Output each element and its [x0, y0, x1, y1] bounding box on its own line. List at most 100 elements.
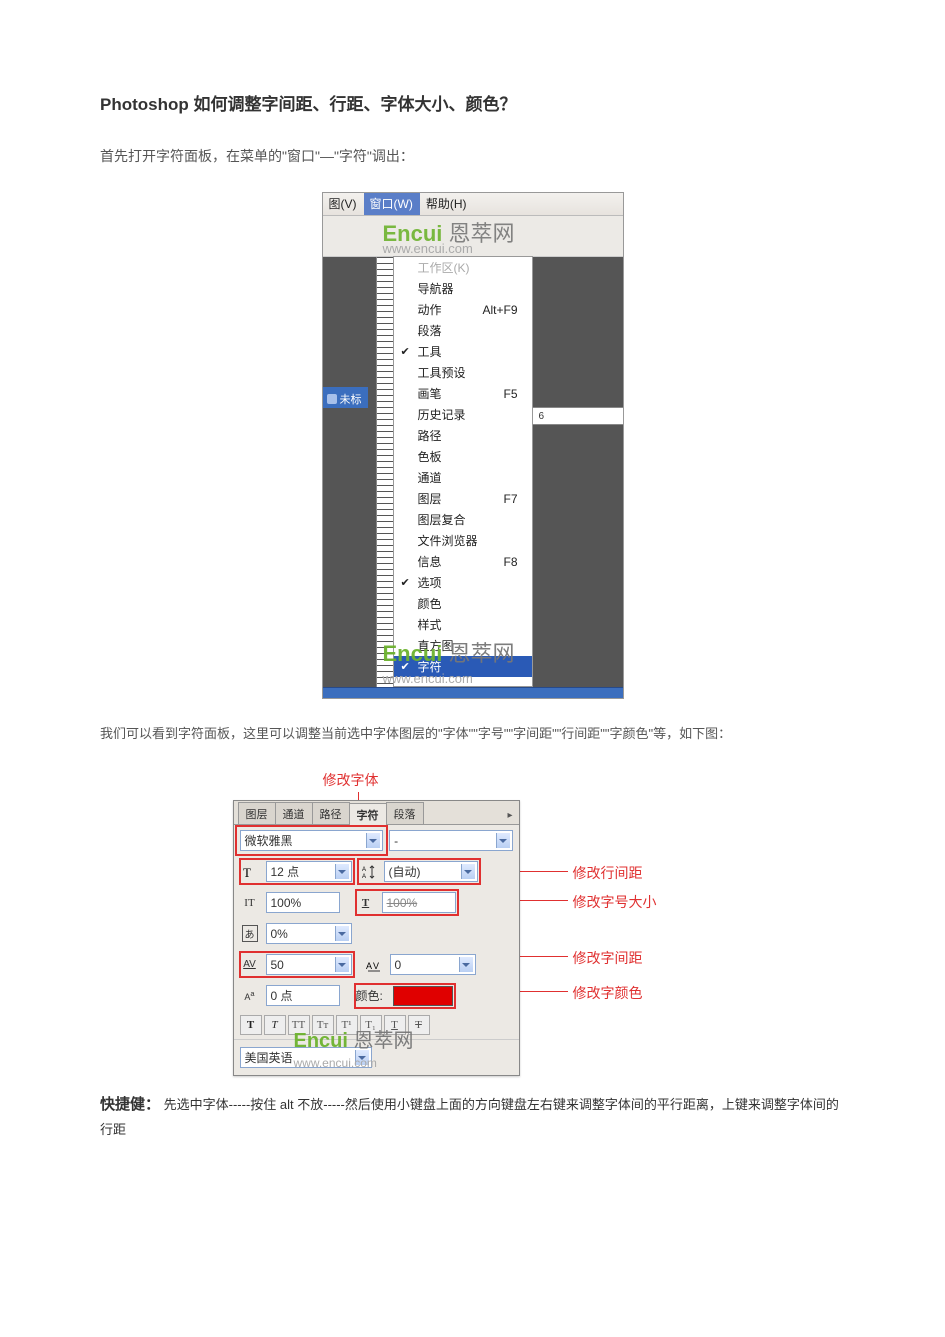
- ruler-horizontal: 6: [533, 407, 623, 425]
- horizontal-scale-input[interactable]: 100%: [382, 892, 456, 913]
- baseline-shift-input[interactable]: 0 点: [266, 985, 340, 1006]
- annotation-line: [518, 871, 568, 872]
- leading-select[interactable]: (自动): [384, 861, 478, 882]
- row-language: 美国英语: [234, 1039, 519, 1075]
- horizontal-scale-icon: T: [356, 894, 376, 912]
- underline-button[interactable]: T: [384, 1015, 406, 1035]
- menu-item[interactable]: 颜色: [394, 593, 532, 614]
- menu-item[interactable]: 画笔F5: [394, 383, 532, 404]
- font-size-icon: T: [240, 863, 260, 881]
- document-tab[interactable]: 未标: [323, 387, 368, 408]
- tsume-icon: あ: [240, 925, 260, 943]
- row-baseline-color: Aa 0 点 颜色:: [234, 980, 519, 1011]
- menu-item[interactable]: 样式: [394, 614, 532, 635]
- font-size-select[interactable]: 12 点: [266, 861, 352, 882]
- menu-item[interactable]: 选项: [394, 572, 532, 593]
- annotation-size: 修改字号大小: [573, 892, 657, 912]
- shortcut-label: 快捷健：: [100, 1096, 160, 1113]
- tracking-select[interactable]: 50: [266, 954, 352, 975]
- canvas-left: 未标: [323, 257, 393, 687]
- panel-tabs: 图层通道路径字符段落 ▸: [234, 801, 519, 825]
- annotation-color: 修改字颜色: [573, 983, 643, 1003]
- window-body: 未标 工作区(K)导航器动作Alt+F9段落工具工具预设画笔F5历史记录路径色板…: [323, 257, 623, 687]
- menu-item[interactable]: 色板: [394, 446, 532, 467]
- menu-item[interactable]: 图层复合: [394, 509, 532, 530]
- menu-item[interactable]: 动作Alt+F9: [394, 299, 532, 320]
- svg-text:V: V: [373, 961, 379, 971]
- row-scale: IT 100% T 100%: [234, 887, 519, 918]
- kerning-select[interactable]: 0: [390, 954, 476, 975]
- menu-item[interactable]: 路径: [394, 425, 532, 446]
- window-menu-dropdown: 工作区(K)导航器动作Alt+F9段落工具工具预设画笔F5历史记录路径色板通道图…: [393, 256, 533, 687]
- color-label: 颜色:: [356, 987, 383, 1004]
- panel-tab[interactable]: 图层: [238, 802, 276, 824]
- menu-item[interactable]: 工具: [394, 341, 532, 362]
- document-icon: [327, 394, 337, 404]
- intro-paragraph-2: 我们可以看到字符面板，这里可以调整当前选中字体图层的"字体""字号""字间距""…: [100, 724, 845, 745]
- annotation-leading: 修改行间距: [573, 863, 643, 883]
- menu-item[interactable]: 文件浏览器: [394, 530, 532, 551]
- row-size-leading: T 12 点 AA (自动): [234, 856, 519, 887]
- annotation-tracking: 修改字间距: [573, 948, 643, 968]
- annotation-line: [518, 956, 568, 957]
- baseline-shift-icon: Aa: [240, 987, 260, 1005]
- panel-menu-icon[interactable]: ▸: [501, 807, 518, 824]
- vertical-scale-input[interactable]: 100%: [266, 892, 340, 913]
- language-select[interactable]: 美国英语: [240, 1047, 372, 1068]
- menu-help[interactable]: 帮助(H): [420, 193, 474, 215]
- strikethrough-button[interactable]: T: [408, 1015, 430, 1035]
- panel-tab[interactable]: 路径: [312, 802, 350, 824]
- shortcut-paragraph: 快捷健： 先选中字体-----按住 alt 不放-----然后使用小键盘上面的方…: [100, 1091, 845, 1141]
- small-caps-button[interactable]: Tᴛ: [312, 1015, 334, 1035]
- row-tracking: AV 50 AV 0: [234, 949, 519, 980]
- menu-item[interactable]: 历史记录: [394, 404, 532, 425]
- shortcut-text: 先选中字体-----按住 alt 不放-----然后使用小键盘上面的方向键盘左右…: [100, 1097, 839, 1137]
- menu-item[interactable]: 工作区(K): [394, 257, 532, 278]
- panel-tab[interactable]: 通道: [275, 802, 313, 824]
- faux-bold-button[interactable]: T: [240, 1015, 262, 1035]
- menu-item[interactable]: 通道: [394, 467, 532, 488]
- toolbar-strip: Encui 恩萃网 www.encui.com: [323, 216, 623, 257]
- annotation-font: 修改字体: [323, 770, 379, 790]
- leading-icon: AA: [358, 863, 378, 881]
- panel-tab[interactable]: 段落: [386, 802, 424, 824]
- menu-bar: 图(V) 窗口(W) 帮助(H): [323, 193, 623, 216]
- faux-italic-button[interactable]: T: [264, 1015, 286, 1035]
- watermark-url-bottom: www.encui.com: [383, 671, 473, 686]
- vertical-scale-icon: IT: [240, 894, 260, 912]
- kerning-icon: AV: [364, 956, 384, 974]
- svg-text:A: A: [366, 961, 372, 971]
- intro-paragraph-1: 首先打开字符面板，在菜单的"窗口"—"字符"调出：: [100, 145, 845, 167]
- font-family-select[interactable]: 微软雅黑: [240, 830, 384, 851]
- document-page: Photoshop 如何调整字间距、行距、字体大小、颜色？ 首先打开字符面板，在…: [0, 0, 945, 1337]
- panel-tab[interactable]: 字符: [349, 803, 387, 825]
- tsume-select[interactable]: 0%: [266, 923, 352, 944]
- menu-item[interactable]: 图层F7: [394, 488, 532, 509]
- tracking-icon: AV: [240, 956, 260, 974]
- menu-window[interactable]: 窗口(W): [364, 193, 420, 215]
- svg-text:T: T: [243, 865, 251, 880]
- font-style-select[interactable]: -: [389, 830, 512, 851]
- ruler-vertical: [376, 257, 393, 687]
- screenshot-window-menu: 图(V) 窗口(W) 帮助(H) Encui 恩萃网 www.encui.com…: [322, 192, 624, 699]
- subscript-button[interactable]: T₁: [360, 1015, 382, 1035]
- menu-item[interactable]: 导航器: [394, 278, 532, 299]
- style-buttons-row: T T TT Tᴛ T¹ T₁ T T: [234, 1011, 519, 1039]
- screenshot-character-panel: 修改字体 修改行间距 修改字号大小 修改字间距 修改字颜色 图层通道路径字符段落…: [233, 770, 713, 1076]
- svg-text:A: A: [362, 867, 366, 873]
- annotation-line: [518, 991, 568, 992]
- watermark-logo-bottom: Encui 恩萃网: [383, 636, 515, 668]
- row-font-family: 微软雅黑 -: [234, 825, 519, 856]
- watermark-url: www.encui.com: [383, 241, 473, 256]
- menu-item[interactable]: 工具预设: [394, 362, 532, 383]
- menu-item[interactable]: 段落: [394, 320, 532, 341]
- all-caps-button[interactable]: TT: [288, 1015, 310, 1035]
- row-tsume: あ 0%: [234, 918, 519, 949]
- superscript-button[interactable]: T¹: [336, 1015, 358, 1035]
- svg-text:A: A: [362, 874, 366, 880]
- menu-item[interactable]: 信息F8: [394, 551, 532, 572]
- canvas-right: 6: [533, 257, 623, 687]
- color-swatch[interactable]: [393, 986, 453, 1006]
- menu-view[interactable]: 图(V): [323, 193, 364, 215]
- article-title: Photoshop 如何调整字间距、行距、字体大小、颜色？: [100, 90, 845, 115]
